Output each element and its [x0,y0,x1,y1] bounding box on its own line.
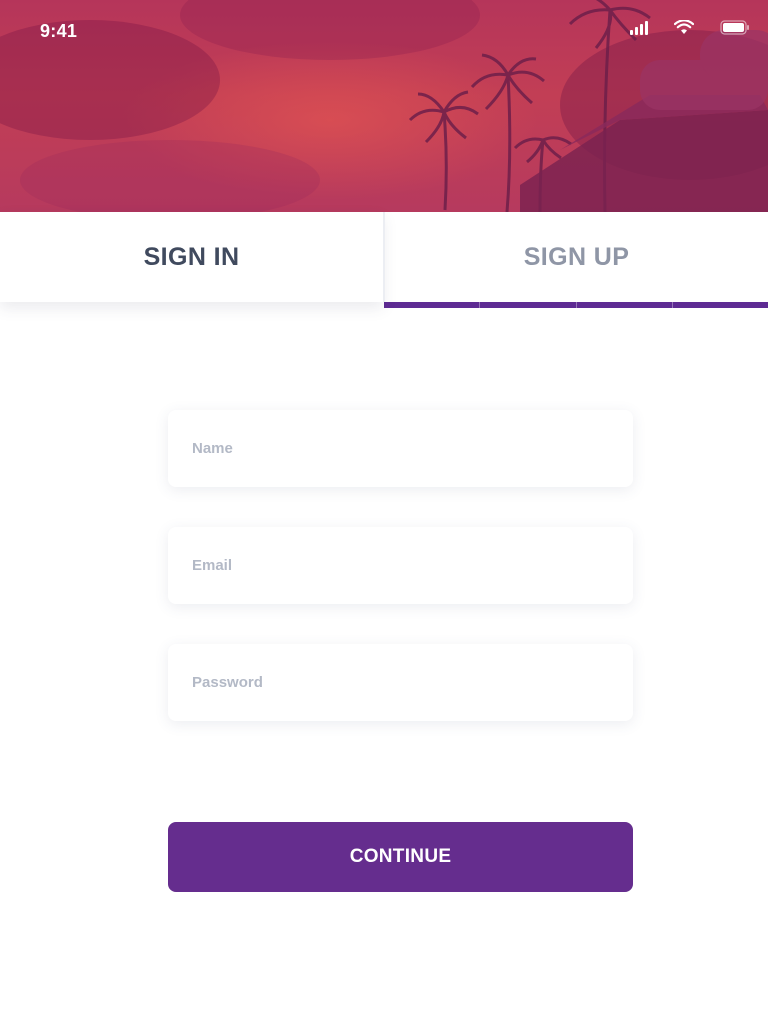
sign-up-screen: 9:41 SIGN IN SIGN UP CONTINUE [0,0,768,1024]
tab-sign-up[interactable]: SIGN UP [385,212,768,302]
tab-sign-in[interactable]: SIGN IN [0,212,383,302]
status-icons [630,20,750,35]
name-field[interactable] [168,410,633,487]
email-field[interactable] [168,527,633,604]
status-time: 9:41 [40,21,78,41]
password-field[interactable] [168,644,633,721]
continue-button[interactable]: CONTINUE [168,822,633,892]
signal-icon [630,20,648,35]
status-bar: 9:41 [0,0,768,60]
battery-icon [720,20,749,35]
auth-tabs: SIGN IN SIGN UP [0,212,768,308]
tab-divider [383,212,385,302]
wifi-icon [674,20,694,34]
